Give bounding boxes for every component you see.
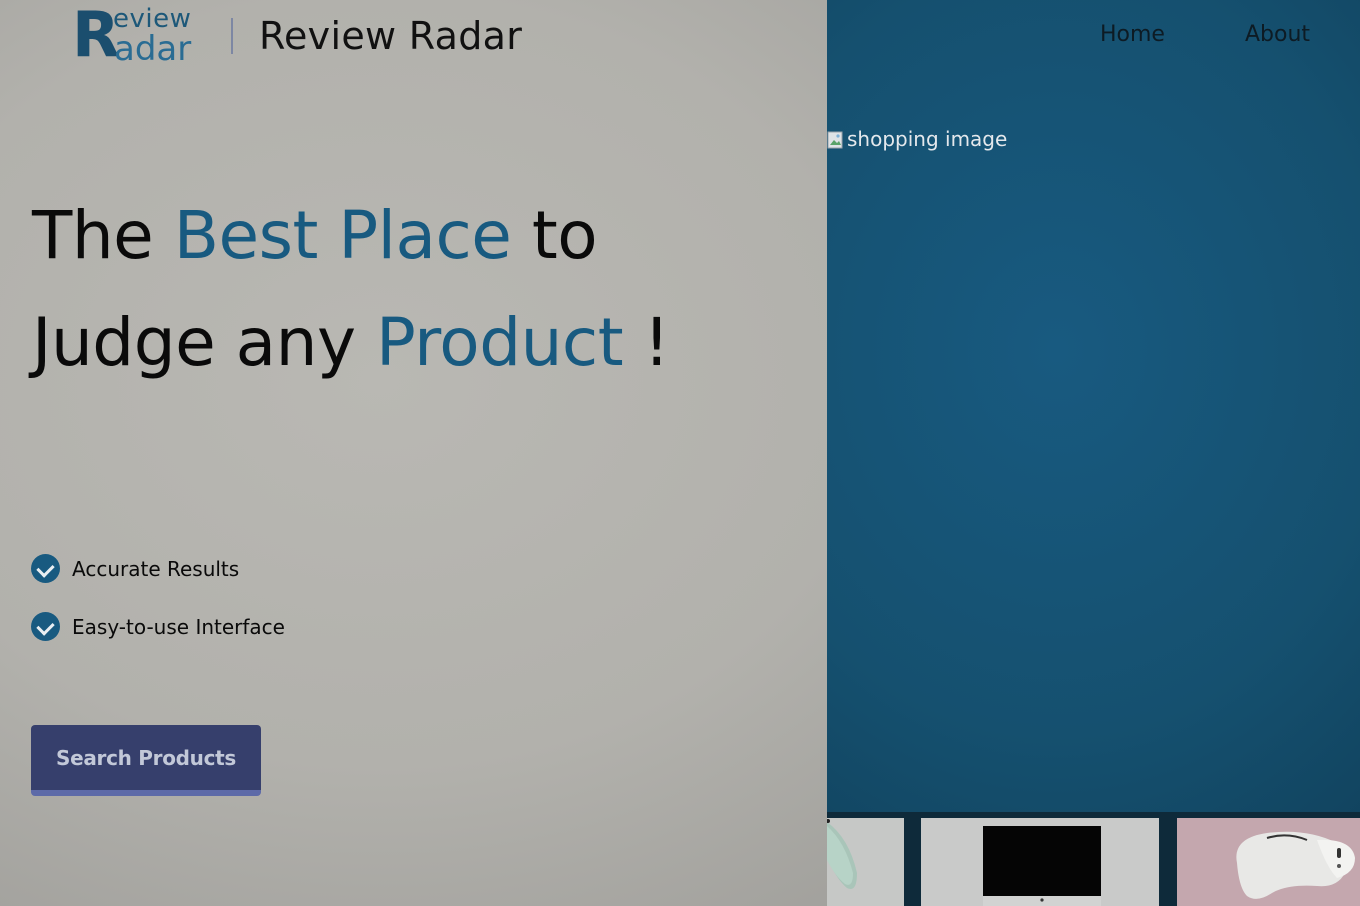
hero-headline: The Best Place to Judge any Product ! <box>32 182 752 396</box>
product-thumbnail[interactable] <box>1177 818 1360 906</box>
feature-item: Easy-to-use Interface <box>31 612 285 641</box>
headline-text: ! <box>623 304 670 381</box>
brand-title: Review Radar <box>259 14 523 58</box>
hero-image: shopping image <box>827 124 1007 154</box>
check-circle-icon <box>31 554 60 583</box>
product-thumbnail[interactable] <box>921 818 1159 906</box>
product-thumbnail-strip <box>827 812 1360 906</box>
product-thumbnail[interactable] <box>827 818 904 906</box>
check-circle-icon <box>31 612 60 641</box>
nav-home-link[interactable]: Home <box>1100 20 1165 50</box>
logo-bottom-text: adar <box>114 29 192 69</box>
logo[interactable]: R eview adar <box>72 4 212 68</box>
headline-text: The <box>32 197 174 274</box>
feature-label: Accurate Results <box>72 556 240 581</box>
headline-accent: Best Place <box>173 197 512 274</box>
broken-image-icon <box>827 129 845 149</box>
feature-item: Accurate Results <box>31 554 239 583</box>
nav-about-link[interactable]: About <box>1245 20 1310 50</box>
feature-label: Easy-to-use Interface <box>72 614 285 639</box>
logo-divider <box>231 18 233 54</box>
search-products-button[interactable]: Search Products <box>31 725 261 796</box>
hero-image-alt-text: shopping image <box>847 127 1008 151</box>
headline-accent: Product <box>375 304 624 381</box>
